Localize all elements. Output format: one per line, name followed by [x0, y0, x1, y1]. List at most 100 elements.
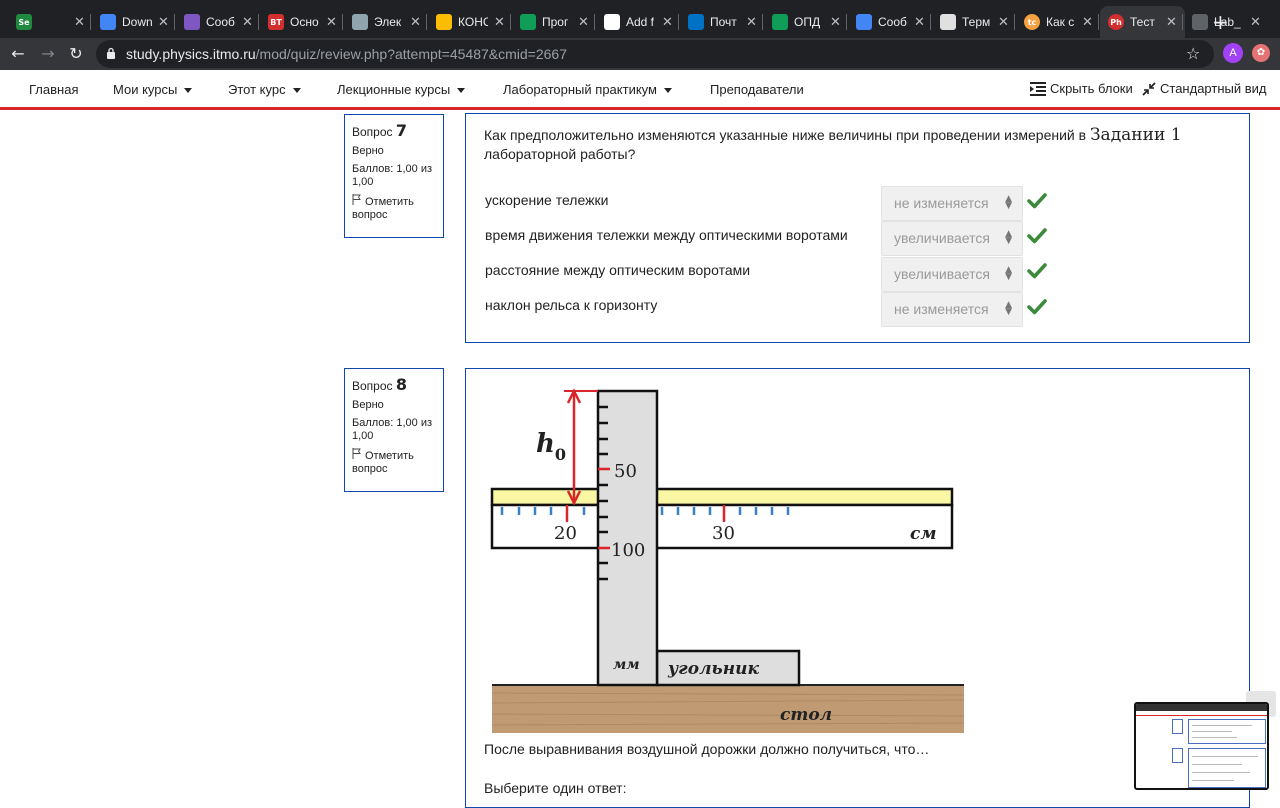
- close-tab-icon[interactable]: ✕: [242, 15, 253, 30]
- table-surface: [492, 685, 964, 733]
- close-tab-icon[interactable]: ✕: [494, 15, 505, 30]
- extension-icon[interactable]: ✿: [1252, 44, 1270, 62]
- tab-separator: [342, 14, 343, 30]
- close-tab-icon[interactable]: ✕: [74, 15, 85, 30]
- answer-select[interactable]: не изменяется ▲ ▼: [881, 186, 1023, 221]
- browser-tab[interactable]: Прог ✕: [512, 6, 597, 38]
- question-number: Вопрос 8: [352, 375, 408, 394]
- browser-tab-strip: Se ✕ Down ✕ Сооб ✕ ВТ Осно ✕ Элек ✕ КОНС ✕ Прог ✕ Add f…: [0, 0, 1280, 38]
- tab-title: Down: [122, 15, 152, 29]
- select-arrows-icon: ▲ ▼: [1005, 229, 1012, 246]
- nav-teachers[interactable]: Преподаватели: [710, 82, 804, 97]
- nav-lab-practicum[interactable]: Лабораторный практикум: [503, 82, 672, 97]
- nav-home[interactable]: Главная: [29, 82, 78, 97]
- caret-down-icon: [457, 88, 466, 94]
- browser-tab[interactable]: Элек ✕: [344, 6, 429, 38]
- answer-select[interactable]: увеличивается ▲ ▼: [881, 257, 1023, 292]
- h0-label: h0: [536, 429, 566, 464]
- close-tab-icon[interactable]: ✕: [1250, 15, 1261, 30]
- message-flag-icon: [184, 14, 200, 30]
- bookmark-star-icon[interactable]: ☆: [1186, 44, 1200, 63]
- browser-tab[interactable]: Ph Тест ✕: [1100, 6, 1185, 38]
- rail: [490, 487, 954, 507]
- scale-label-100: 100: [611, 540, 645, 561]
- browser-toolbar: ← → ↻ study.physics.itmo.ru/mod/quiz/rev…: [0, 38, 1280, 70]
- close-tab-icon[interactable]: ✕: [662, 15, 673, 30]
- browser-tab[interactable]: ОПД ✕: [764, 6, 849, 38]
- tab-title: Прог: [542, 15, 569, 29]
- question-grade: Баллов: 1,00 из 1,00: [352, 417, 433, 442]
- answer-select[interactable]: не изменяется ▲ ▼: [881, 292, 1023, 327]
- tab-title: КОНС: [458, 15, 488, 29]
- tab-title: Терм: [962, 15, 991, 29]
- caret-down-icon: [292, 88, 301, 94]
- tab-separator: [1098, 14, 1099, 30]
- screenshot-thumbnail[interactable]: [1134, 702, 1269, 790]
- question-8-info: Вопрос 8 Верно Баллов: 1,00 из 1,00 Отме…: [344, 368, 444, 492]
- browser-tab[interactable]: ВТ Осно ✕: [260, 6, 345, 38]
- tab-separator: [846, 14, 847, 30]
- sheets-icon: [520, 14, 536, 30]
- close-tab-icon[interactable]: ✕: [410, 15, 421, 30]
- forward-icon[interactable]: →: [36, 42, 60, 66]
- browser-tab[interactable]: Add f ✕: [596, 6, 681, 38]
- close-tab-icon[interactable]: ✕: [830, 15, 841, 30]
- close-tab-icon[interactable]: ✕: [326, 15, 337, 30]
- close-tab-icon[interactable]: ✕: [1082, 15, 1093, 30]
- caret-down-icon: [663, 88, 672, 94]
- close-tab-icon[interactable]: ✕: [158, 15, 169, 30]
- question-7-info: Вопрос 7 Верно Баллов: 1,00 из 1,00 Отме…: [344, 114, 444, 238]
- browser-tab[interactable]: Сооб ✕: [176, 6, 261, 38]
- browser-tab[interactable]: Почт ✕: [680, 6, 765, 38]
- answer-select[interactable]: увеличивается ▲ ▼: [881, 221, 1023, 256]
- hide-blocks-button[interactable]: Скрыть блоки: [1030, 81, 1133, 96]
- profile-avatar[interactable]: A: [1223, 43, 1243, 63]
- close-tab-icon[interactable]: ✕: [746, 15, 757, 30]
- nav-lecture-courses[interactable]: Лекционные курсы: [337, 82, 466, 97]
- browser-tab[interactable]: КОНС ✕: [428, 6, 513, 38]
- chat-icon: [856, 14, 872, 30]
- site-navbar: Главная Мои курсы Этот курс Лекционные к…: [0, 70, 1280, 110]
- standard-view-button[interactable]: Стандартный вид: [1142, 81, 1266, 96]
- close-tab-icon[interactable]: ✕: [998, 15, 1009, 30]
- select-arrows-icon: ▲ ▼: [1005, 194, 1012, 211]
- address-bar[interactable]: study.physics.itmo.ru/mod/quiz/review.ph…: [96, 40, 1214, 68]
- tab-separator: [1014, 14, 1015, 30]
- nav-my-courses[interactable]: Мои курсы: [113, 82, 193, 97]
- browser-tab[interactable]: Se ✕: [8, 6, 93, 38]
- new-tab-button[interactable]: +: [1212, 10, 1229, 34]
- flag-question-link[interactable]: Отметить вопрос: [352, 448, 436, 476]
- url-text: study.physics.itmo.ru/mod/quiz/review.ph…: [126, 46, 567, 62]
- tab-title: Как с: [1046, 15, 1075, 29]
- correct-check-icon: [1027, 263, 1047, 279]
- square-label: угольник: [667, 659, 759, 679]
- close-tab-icon[interactable]: ✕: [914, 15, 925, 30]
- tab-title: Элек: [374, 15, 402, 29]
- browser-tab[interactable]: Сооб ✕: [848, 6, 933, 38]
- reload-icon[interactable]: ↻: [64, 42, 88, 66]
- back-icon[interactable]: ←: [6, 42, 30, 66]
- tab-separator: [510, 14, 511, 30]
- caret-down-icon: [184, 88, 193, 94]
- choose-one-label: Выберите один ответ:: [484, 780, 627, 796]
- match-row-label: ускорение тележки: [485, 192, 609, 208]
- browser-tab[interactable]: Down ✕: [92, 6, 177, 38]
- browser-tab[interactable]: tc Как с ✕: [1016, 6, 1101, 38]
- browser-tab[interactable]: Терм ✕: [932, 6, 1017, 38]
- nav-this-course[interactable]: Этот курс: [228, 82, 301, 97]
- outlook-icon: [688, 14, 704, 30]
- scale-label-50: 50: [614, 461, 637, 482]
- tab-title: Почт: [710, 15, 737, 29]
- unit-cm-label: см: [910, 524, 937, 544]
- flag-icon: [352, 448, 361, 459]
- sheets-icon: [772, 14, 788, 30]
- question-text: Как предположительно изменяются указанны…: [484, 125, 1182, 163]
- close-tab-icon[interactable]: ✕: [578, 15, 589, 30]
- tab-separator: [258, 14, 259, 30]
- tab-title: Сооб: [878, 15, 907, 29]
- match-row-label: время движения тележки между оптическими…: [485, 227, 848, 243]
- github-icon: [604, 14, 620, 30]
- close-tab-icon[interactable]: ✕: [1166, 15, 1177, 30]
- flag-question-link[interactable]: Отметить вопрос: [352, 194, 436, 222]
- correct-check-icon: [1027, 228, 1047, 244]
